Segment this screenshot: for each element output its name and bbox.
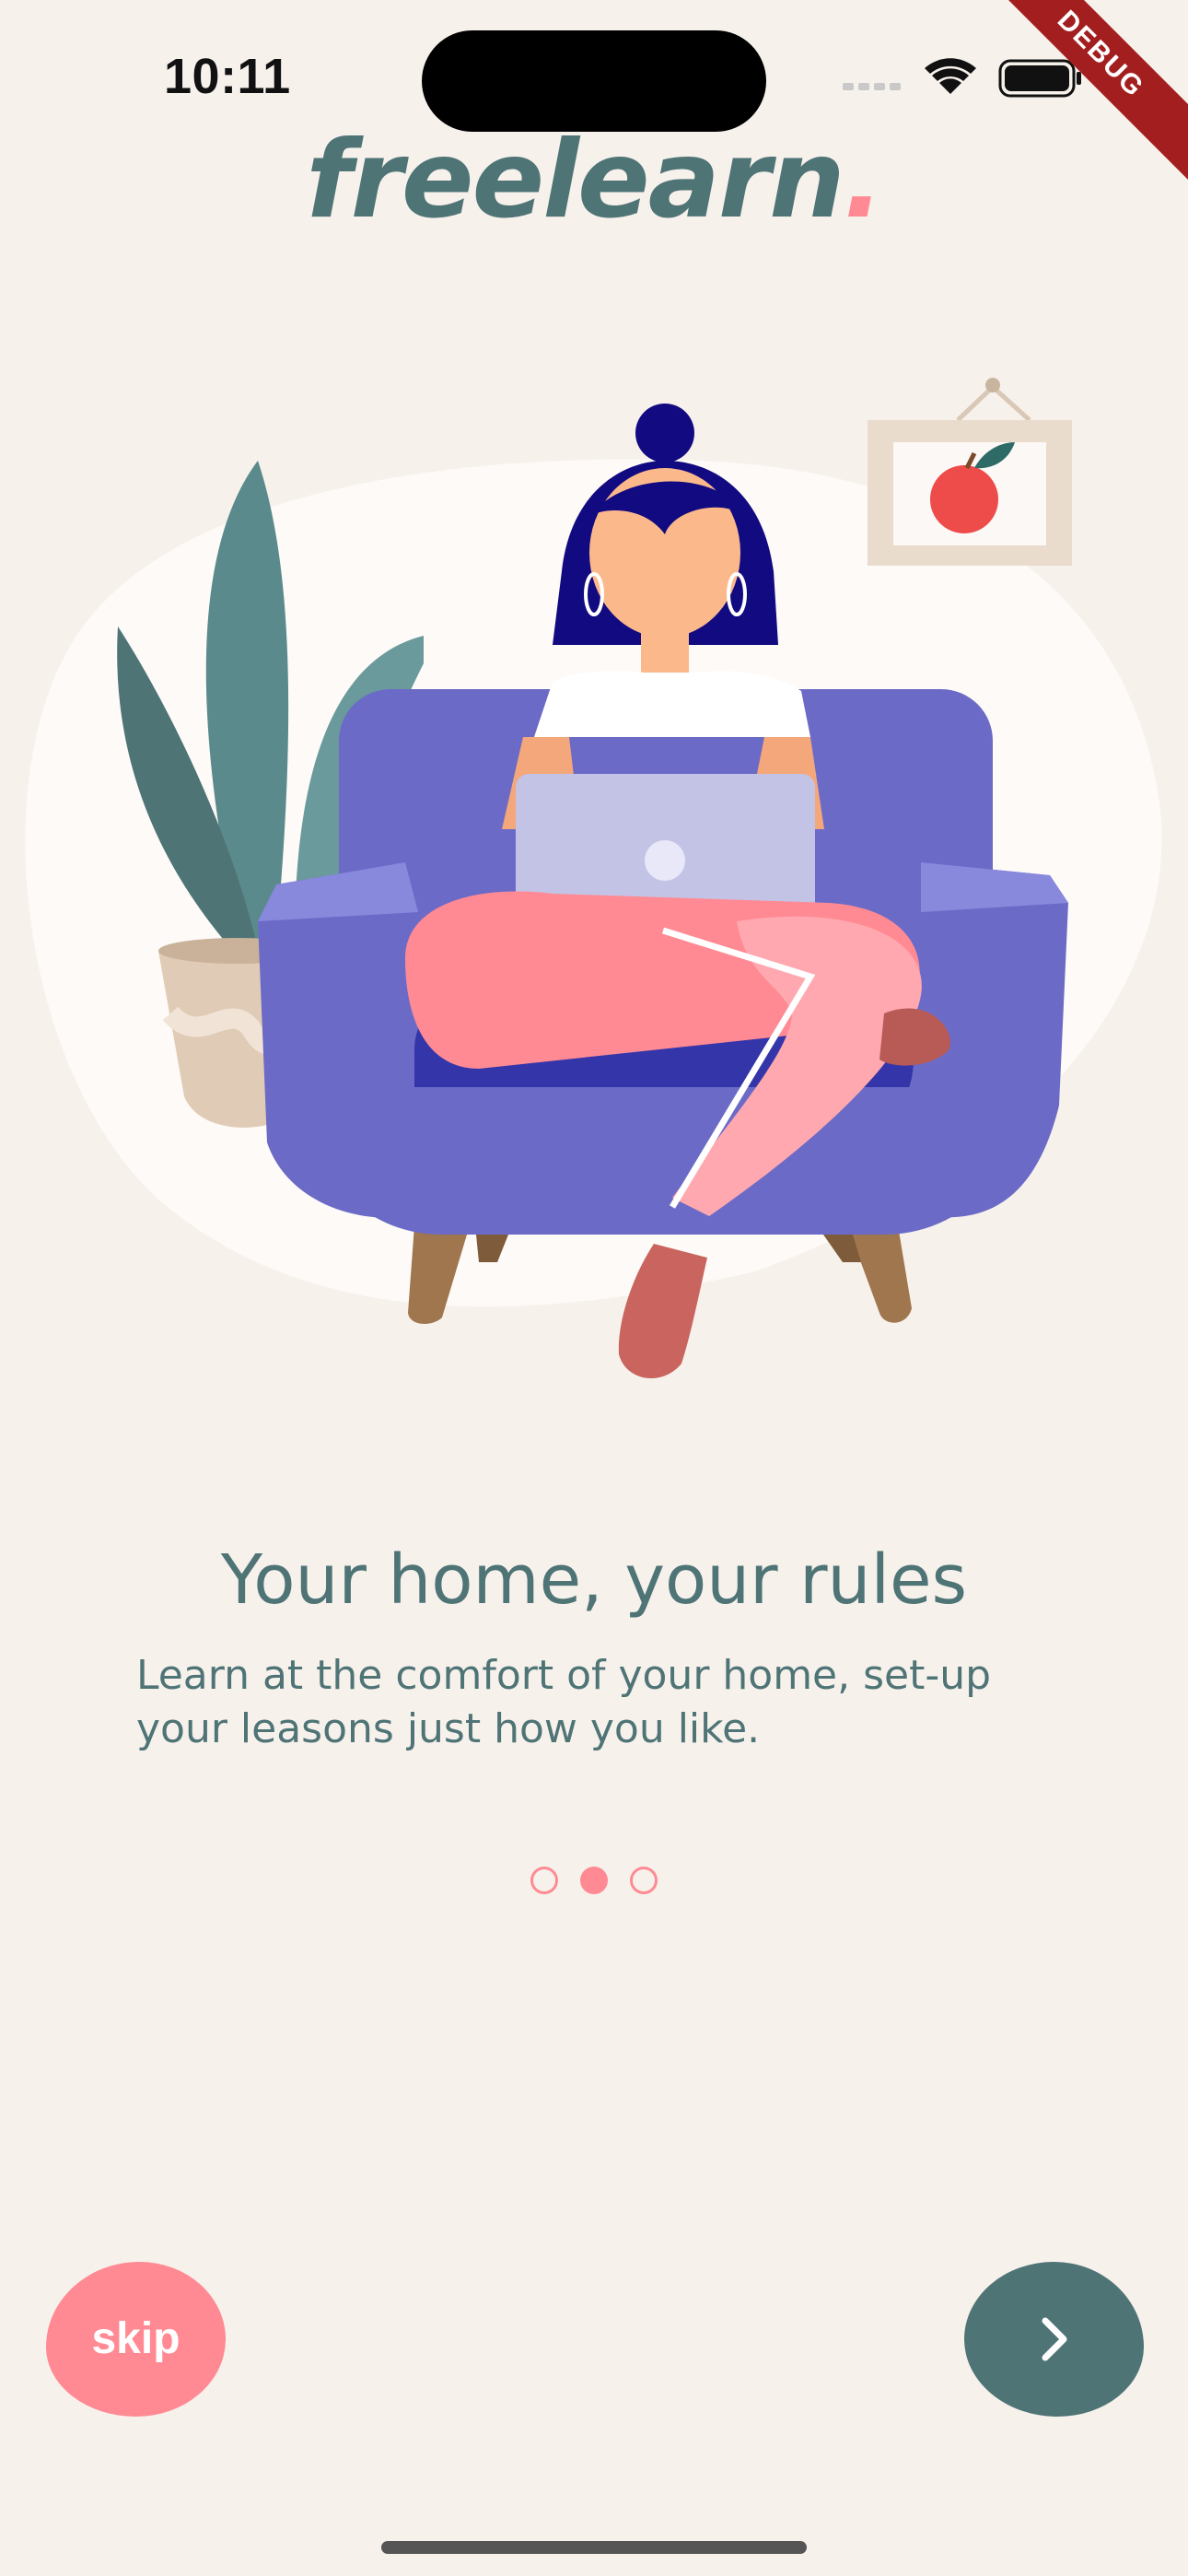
chevron-right-icon xyxy=(1042,2317,1066,2361)
signal-icon xyxy=(843,83,901,90)
app-logo: freelearn. xyxy=(0,127,1188,234)
onboarding-title: Your home, your rules xyxy=(220,1540,968,1620)
page-dot-1[interactable] xyxy=(530,1867,558,1894)
logo-dot: . xyxy=(843,118,884,242)
page-dot-3[interactable] xyxy=(630,1867,658,1894)
onboarding-screen: 10:11 DEBUG freelearn. Your home, your r… xyxy=(0,0,1188,2576)
apple-frame-icon xyxy=(868,378,1072,566)
dynamic-island xyxy=(422,30,766,132)
skip-button[interactable]: skip xyxy=(46,2262,226,2417)
status-time: 10:11 xyxy=(164,49,291,104)
page-indicator xyxy=(0,1867,1188,1894)
battery-icon xyxy=(998,59,1081,98)
home-indicator[interactable] xyxy=(381,2541,807,2554)
onboarding-illustration xyxy=(25,378,1162,1379)
wifi-icon xyxy=(925,58,976,94)
onboarding-description: Learn at the comfort of your home, set-u… xyxy=(136,1652,992,1752)
next-button[interactable] xyxy=(964,2262,1144,2417)
page-dot-2-active[interactable] xyxy=(580,1867,608,1894)
logo-text: freelearn xyxy=(306,118,845,242)
status-icons xyxy=(843,58,1081,98)
